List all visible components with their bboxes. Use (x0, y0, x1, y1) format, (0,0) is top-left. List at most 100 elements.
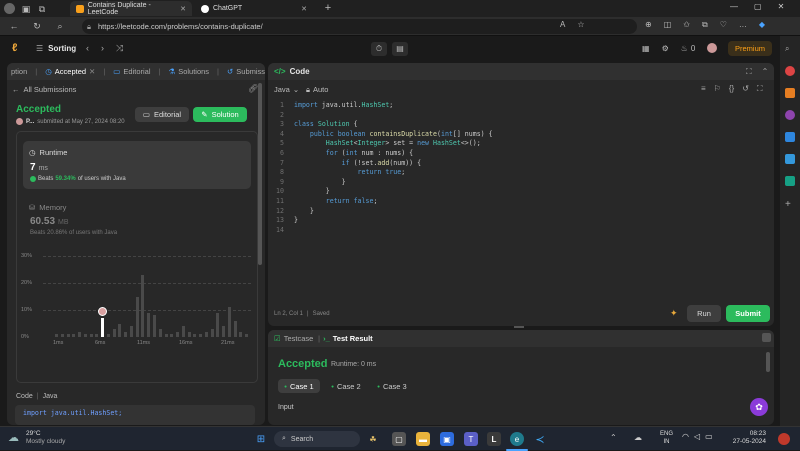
close-tab-icon[interactable]: ✕ (89, 67, 95, 76)
store-icon[interactable]: ▣ (440, 432, 454, 446)
test-scrollbar[interactable] (766, 352, 770, 372)
tab-submissions[interactable]: ↺ Submissions (227, 67, 265, 76)
taskbar-search[interactable]: ⌕ Search (274, 431, 360, 447)
read-aloud-icon[interactable]: A (560, 20, 565, 29)
share-link-icon[interactable]: 🔗︎ (248, 84, 258, 93)
back-icon[interactable]: ← (8, 20, 20, 32)
code-line[interactable]: 11 return false; (268, 197, 768, 207)
your-submission-bar[interactable] (101, 318, 105, 337)
extension-icon[interactable]: ⊕ (645, 20, 652, 30)
palm-tree-icon[interactable]: ☘ (366, 432, 380, 446)
username[interactable]: P... (26, 119, 34, 125)
file-explorer-icon[interactable]: ▬ (416, 432, 430, 446)
tray-overflow-icon[interactable]: ⌃ (610, 433, 617, 442)
runtime-card[interactable]: ◷ Runtime 7 ms Beats 59.34% of users wit… (23, 141, 251, 189)
profile-avatar-icon[interactable] (4, 3, 15, 14)
code-editor[interactable]: 1 import java.util.HashSet; 2 3 class Soluti… (268, 101, 768, 235)
code-line[interactable]: 1 import java.util.HashSet; (268, 101, 768, 111)
close-tab-icon[interactable]: ✕ (301, 5, 307, 13)
new-tab-button[interactable]: + (322, 2, 334, 14)
browser-tab-leetcode[interactable]: Contains Duplicate - LeetCode ✕ (70, 1, 192, 16)
fullscreen-icon[interactable]: ⛶ (746, 67, 752, 77)
collapse-icon[interactable]: ⌃ (762, 67, 769, 77)
leetcode-logo[interactable]: ℓ (12, 42, 23, 55)
case-2-tab[interactable]: • Case 2 (326, 379, 366, 393)
vscode-icon[interactable]: ≺ (533, 432, 547, 446)
code-line[interactable]: 14 (268, 226, 768, 236)
solution-button[interactable]: ✎ Solution (193, 107, 247, 122)
split-screen-icon[interactable]: ◫ (664, 20, 672, 30)
search-icon[interactable]: ⌕ (785, 44, 795, 54)
braces-icon[interactable]: {} (729, 84, 734, 94)
code-line[interactable]: 4 public boolean containsDuplicate(int[]… (268, 130, 768, 140)
tab-description[interactable]: ption (11, 67, 27, 76)
more-menu-icon[interactable]: … (739, 20, 747, 30)
run-button[interactable]: Run (687, 305, 721, 322)
user-avatar[interactable] (707, 43, 718, 53)
streak-counter[interactable]: ♨ 0 (681, 44, 696, 53)
autosave-indicator[interactable]: 🔒︎ Auto (306, 85, 328, 95)
shopping-icon[interactable] (785, 66, 795, 76)
minimize-button[interactable]: — (730, 2, 738, 11)
favorite-star-icon[interactable]: ☆ (577, 20, 584, 29)
language-select[interactable]: Java ⌄ (274, 85, 299, 94)
settings-icon[interactable]: ⚙ (662, 44, 669, 53)
code-line[interactable]: 3 class Solution { (268, 120, 768, 130)
case-1-tab[interactable]: • Case 1 (278, 379, 320, 393)
tab-test-result[interactable]: | ›_ Test Result (318, 334, 373, 343)
add-sidebar-app-icon[interactable]: + (785, 200, 795, 210)
left-scrollbar[interactable] (258, 83, 262, 265)
prev-problem-icon[interactable]: ‹ (86, 43, 89, 54)
system-tray[interactable]: ◠ ◁ ▭ (682, 432, 713, 441)
language-indicator[interactable]: ENG IN (660, 430, 673, 446)
copilot-bubble-icon[interactable]: ✿ (750, 398, 768, 416)
tab-accepted[interactable]: ◷ Accepted ✕ (45, 67, 95, 76)
notes-icon[interactable]: ▤ (392, 42, 408, 56)
tab-editorial[interactable]: ▭ Editorial (113, 67, 150, 76)
bookmark-icon[interactable]: ⚐ (714, 84, 721, 94)
clock[interactable]: 08:23 27-05-2024 (722, 430, 766, 446)
code-line[interactable]: 7 if (!set.add(num)) { (268, 159, 768, 169)
layout-grid-icon[interactable]: ▦ (642, 44, 650, 53)
case-3-tab[interactable]: • Case 3 (372, 379, 412, 393)
memory-header[interactable]: ⛁ Memory (29, 203, 66, 212)
collections-icon[interactable]: ⧉ (702, 20, 708, 30)
teams-icon[interactable]: T (464, 432, 478, 446)
games-icon[interactable] (785, 110, 795, 120)
refresh-icon[interactable]: ↻ (31, 20, 43, 32)
windows-start-icon[interactable]: ⊞ (254, 432, 268, 446)
code-line[interactable]: 9 } (268, 178, 768, 188)
search-icon[interactable]: ⌕ (54, 20, 66, 32)
close-tab-icon[interactable]: ✕ (180, 5, 186, 13)
problem-list-button[interactable]: ☰ Sorting (36, 44, 76, 53)
notification-icon[interactable] (778, 433, 790, 445)
editorial-button[interactable]: ▭ Editorial (135, 107, 189, 122)
code-line[interactable]: 13} (268, 216, 768, 226)
outlook-icon[interactable] (785, 154, 795, 164)
onedrive-icon[interactable]: ☁ (634, 433, 642, 442)
code-line[interactable]: 6 for (int num : nums) { (268, 149, 768, 159)
favorites-icon[interactable]: ✩ (683, 20, 690, 30)
runtime-histogram[interactable]: 30% 20% 10% 0% 1ms 6ms 11ms 16ms 21ms (19, 252, 255, 362)
close-window-button[interactable]: ✕ (778, 2, 785, 11)
copilot-icon[interactable]: ◆ (759, 20, 765, 30)
drop-icon[interactable] (785, 176, 795, 186)
next-problem-icon[interactable]: › (101, 43, 104, 54)
edge-browser-icon[interactable]: e (510, 432, 524, 446)
format-icon[interactable]: ≡ (701, 84, 706, 94)
tools-icon[interactable] (785, 88, 795, 98)
code-line[interactable]: 5 HashSet<Integer> set = new HashSet<>()… (268, 139, 768, 149)
code-line[interactable]: 2 (268, 111, 768, 121)
premium-button[interactable]: Premium (728, 41, 772, 56)
browser-tab-chatgpt[interactable]: ChatGPT ✕ (195, 1, 313, 16)
tab-testcase[interactable]: ☑ Testcase (274, 334, 313, 343)
code-line[interactable]: 10 } (268, 187, 768, 197)
url-bar[interactable]: 🔒︎ https://leetcode.com/problems/contain… (82, 19, 637, 34)
code-line[interactable]: 12 } (268, 207, 768, 217)
reset-icon[interactable]: ↺ (742, 84, 749, 94)
maximize-button[interactable]: ▢ (754, 2, 762, 11)
ai-sparkle-icon[interactable]: ✦ (670, 308, 678, 319)
heart-icon[interactable]: ♡ (720, 20, 727, 30)
submit-button[interactable]: Submit (726, 305, 770, 322)
office-icon[interactable] (785, 132, 795, 142)
